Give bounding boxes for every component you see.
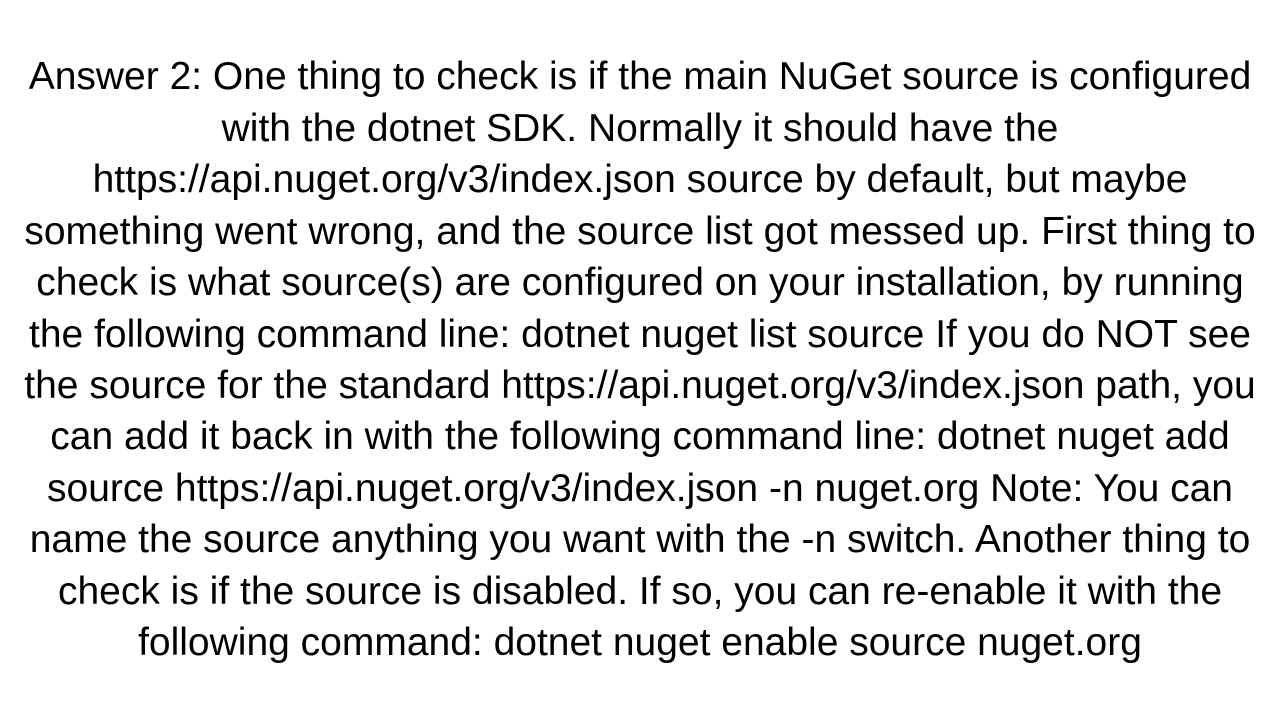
document-body: Answer 2: One thing to check is if the m… — [0, 0, 1280, 720]
answer-text: Answer 2: One thing to check is if the m… — [18, 51, 1262, 669]
